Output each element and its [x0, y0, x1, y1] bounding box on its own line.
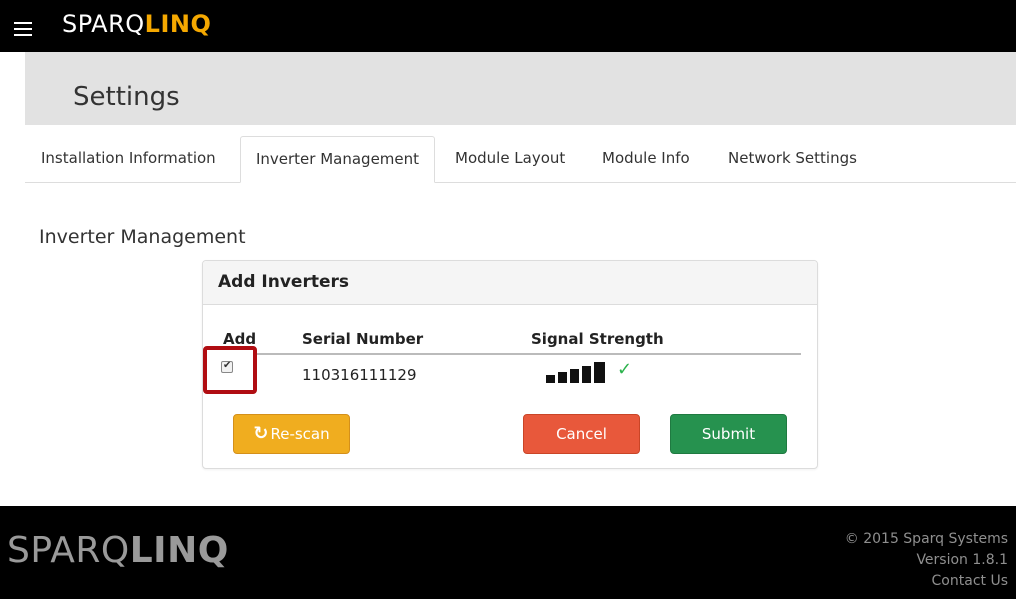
- page-title: Settings: [73, 82, 180, 112]
- copyright-text: © 2015 Sparq Systems: [844, 531, 1008, 547]
- table-header-divider: [223, 353, 801, 355]
- contact-us-link[interactable]: Contact Us: [932, 573, 1008, 589]
- settings-header: Settings: [25, 52, 1016, 125]
- highlighted-checkbox-frame: ✔: [203, 346, 257, 394]
- signal-bar-5: [594, 362, 605, 383]
- signal-bar-2: [558, 372, 567, 383]
- settings-tabs: Installation Information Inverter Manage…: [25, 136, 1016, 183]
- footer-logo-bold: LINQ: [129, 530, 229, 571]
- column-header-serial-number: Serial Number: [302, 330, 424, 348]
- section-title: Inverter Management: [39, 226, 246, 248]
- tab-network-settings[interactable]: Network Settings: [728, 136, 857, 183]
- signal-bar-3: [570, 369, 579, 383]
- signal-bar-4: [582, 366, 591, 383]
- checkmark-icon: ✓: [617, 359, 633, 380]
- cancel-button[interactable]: Cancel: [523, 414, 640, 454]
- serial-number-value: 110316111129: [302, 366, 417, 384]
- logo-text-bold: LINQ: [144, 10, 212, 38]
- submit-button[interactable]: Submit: [670, 414, 787, 454]
- rescan-button[interactable]: ↻ Re-scan: [233, 414, 350, 454]
- footer-logo-light: SPARQ: [7, 530, 130, 571]
- panel-heading: Add Inverters: [203, 261, 817, 305]
- rescan-label: Re-scan: [270, 425, 330, 443]
- signal-bar-1: [546, 375, 555, 383]
- top-bar: SPARQLINQ: [0, 0, 1016, 52]
- logo-text-light: SPARQ: [62, 10, 145, 38]
- signal-strength-indicator: ✓: [546, 359, 646, 383]
- tab-installation-information[interactable]: Installation Information: [41, 136, 216, 183]
- column-header-signal-strength: Signal Strength: [531, 330, 664, 348]
- app-logo: SPARQLINQ: [62, 10, 211, 38]
- panel-title: Add Inverters: [218, 272, 349, 292]
- checkbox-check-icon: ✔: [223, 360, 232, 371]
- footer-logo: SPARQLINQ: [7, 530, 229, 571]
- tab-inverter-management[interactable]: Inverter Management: [240, 136, 435, 183]
- tab-module-info[interactable]: Module Info: [602, 136, 690, 183]
- add-inverter-checkbox[interactable]: ✔: [221, 360, 233, 373]
- footer-info: © 2015 Sparq Systems Version 1.8.1 Conta…: [845, 529, 1008, 592]
- footer: SPARQLINQ © 2015 Sparq Systems Version 1…: [0, 506, 1016, 599]
- hamburger-menu-icon[interactable]: [14, 22, 32, 36]
- version-text: Version 1.8.1: [916, 552, 1008, 568]
- tab-module-layout[interactable]: Module Layout: [455, 136, 565, 183]
- refresh-icon: ↻: [253, 423, 269, 444]
